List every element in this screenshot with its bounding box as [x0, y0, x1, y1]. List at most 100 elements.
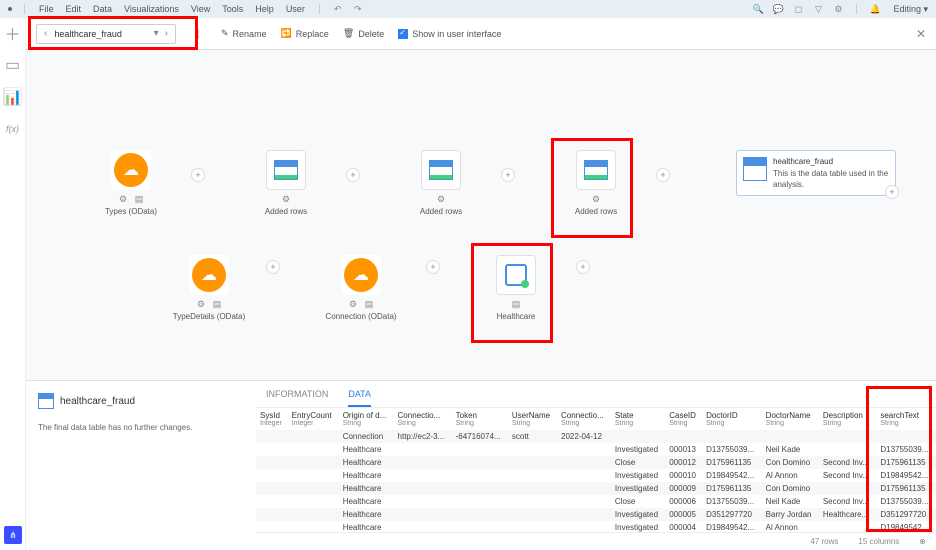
table-icon [743, 157, 767, 181]
breadcrumb-text: healthcare_fraud [50, 29, 150, 39]
table-row[interactable]: HealthcareInvestigated000010D19849542...… [256, 469, 936, 482]
add-step-icon[interactable]: + [656, 168, 670, 182]
gear-icon[interactable]: ⚙ [591, 194, 601, 204]
data-icon[interactable]: ▤ [511, 299, 521, 309]
menu-data[interactable]: Data [93, 4, 112, 14]
mode-dropdown[interactable]: Editing ▾ [893, 4, 928, 15]
filter-icon[interactable]: ▽ [812, 3, 824, 15]
column-header[interactable]: UserNameString [508, 408, 557, 430]
breadcrumb-down-icon[interactable]: ▾ [151, 28, 162, 39]
table-row[interactable]: HealthcareInvestigated000005D351297720Ba… [256, 508, 936, 521]
bookmark-icon[interactable]: ◻ [792, 3, 804, 15]
node-typedetails[interactable]: ☁ ⚙▤ TypeDetails (OData) [174, 255, 244, 321]
menu-user[interactable]: User [286, 4, 305, 14]
menu-edit[interactable]: Edit [66, 4, 82, 14]
add-step-icon[interactable]: + [501, 168, 515, 182]
status-cols: 15 columns [858, 537, 899, 546]
gear-icon[interactable]: ⚙ [832, 3, 844, 15]
column-header[interactable]: EntryCountInteger [288, 408, 339, 430]
panel-note: The final data table has no further chan… [38, 423, 244, 432]
column-header[interactable]: StateString [611, 408, 665, 430]
add-step-icon[interactable]: + [576, 260, 590, 274]
table-icon [274, 160, 298, 180]
gear-icon[interactable]: ⚙ [348, 299, 358, 309]
add-step-icon[interactable]: + [426, 260, 440, 274]
database-icon [505, 264, 527, 286]
gear-icon[interactable]: ⚙ [436, 194, 446, 204]
column-header[interactable]: Connectio...String [557, 408, 611, 430]
search-icon[interactable]: 🔍 [752, 3, 764, 15]
node-addedrows-1[interactable]: ⚙ Added rows [251, 150, 321, 216]
menu-tools[interactable]: Tools [222, 4, 243, 14]
data-canvas[interactable]: ☁ ⚙▤ Types (OData) + ⚙ Added rows + ⚙ Ad… [26, 50, 936, 380]
column-header[interactable]: CaseIDString [665, 408, 702, 430]
data-icon[interactable]: ▤ [364, 299, 374, 309]
cloud-icon: ☁ [123, 160, 139, 180]
top-menu: File Edit Data Visualizations View Tools… [0, 0, 936, 18]
add-icon[interactable]: ＋ [6, 26, 20, 40]
panel-title: healthcare_fraud [38, 393, 244, 409]
tab-data[interactable]: DATA [348, 389, 371, 407]
column-header[interactable]: Origin of d...String [339, 408, 394, 430]
pencil-icon: ✎ [221, 28, 229, 39]
column-header[interactable]: Connectio...String [394, 408, 452, 430]
breadcrumb-fwd-icon[interactable]: › [162, 28, 171, 39]
table-row[interactable]: HealthcareInvestigated000009D175961135Co… [256, 482, 936, 495]
close-button[interactable]: ✕ [916, 27, 926, 41]
node-final[interactable]: healthcare_fraudThis is the data table u… [736, 150, 896, 196]
add-step-icon[interactable]: + [191, 168, 205, 182]
menu-handle-icon[interactable] [8, 7, 12, 11]
data-icon[interactable]: ▤ [134, 194, 144, 204]
node-connection[interactable]: ☁ ⚙▤ Connection (OData) [326, 255, 396, 321]
fx-icon[interactable]: f(x) [6, 122, 20, 136]
node-addedrows-2[interactable]: ⚙ Added rows [406, 150, 476, 216]
page-icon[interactable]: ▭ [6, 58, 20, 72]
menu-file[interactable]: File [39, 4, 54, 14]
tab-information[interactable]: INFORMATION [266, 389, 328, 407]
redo-icon[interactable]: ↷ [352, 3, 364, 15]
replace-button[interactable]: 🔁Replace [281, 28, 329, 39]
data-grid[interactable]: SysIdIntegerEntryCountIntegerOrigin of d… [256, 408, 936, 532]
table-icon [38, 393, 54, 409]
node-addedrows-3[interactable]: ⚙ Added rows [561, 150, 631, 216]
cloud-icon: ☁ [201, 265, 217, 285]
delete-button[interactable]: 🗑Delete [343, 28, 384, 39]
table-row[interactable]: HealthcareInvestigated000013D13755039...… [256, 443, 936, 456]
rename-button[interactable]: ✎Rename [221, 28, 267, 39]
column-header[interactable]: SysIdInteger [256, 408, 288, 430]
brand-icon[interactable]: ⋔ [4, 526, 22, 544]
breadcrumb-back-icon[interactable]: ‹ [41, 28, 50, 39]
table-row[interactable]: HealthcareClose000006D13755039...Neil Ka… [256, 495, 936, 508]
gear-icon[interactable]: ⚙ [118, 194, 128, 204]
table-icon [584, 160, 608, 180]
expand-icon[interactable]: ⊕ [919, 537, 926, 546]
data-icon[interactable]: ▤ [212, 299, 222, 309]
bell-icon[interactable]: 🔔 [869, 3, 881, 15]
add-step-icon[interactable]: + [885, 185, 899, 199]
table-row[interactable]: HealthcareInvestigated000004D19849542...… [256, 521, 936, 532]
add-step-icon[interactable]: + [266, 260, 280, 274]
column-header[interactable]: TokenString [452, 408, 508, 430]
status-bar: 47 rows 15 columns ⊕ [256, 532, 936, 550]
gear-icon[interactable]: ⚙ [281, 194, 291, 204]
menu-help[interactable]: Help [255, 4, 274, 14]
undo-icon[interactable]: ↶ [332, 3, 344, 15]
add-step-icon[interactable]: + [346, 168, 360, 182]
gear-icon[interactable]: ⚙ [196, 299, 206, 309]
checkbox-icon [398, 29, 408, 39]
column-header[interactable]: searchTextString [876, 408, 936, 430]
node-types[interactable]: ☁ ⚙▤ Types (OData) [96, 150, 166, 216]
comment-icon[interactable]: 💬 [772, 3, 784, 15]
final-title: healthcare_fraud [773, 157, 889, 167]
node-healthcare[interactable]: ▤ Healthcare [481, 255, 551, 321]
column-header[interactable]: DescriptionString [819, 408, 877, 430]
chart-icon[interactable]: 📊 [6, 90, 20, 104]
breadcrumb[interactable]: ‹ healthcare_fraud ▾ › [36, 24, 176, 44]
show-ui-toggle[interactable]: Show in user interface [398, 29, 501, 39]
menu-visualizations[interactable]: Visualizations [124, 4, 179, 14]
column-header[interactable]: DoctorIDString [702, 408, 762, 430]
menu-view[interactable]: View [191, 4, 210, 14]
column-header[interactable]: DoctorNameString [762, 408, 819, 430]
table-row[interactable]: Connectionhttp://ec2-3...-64716074...sco… [256, 430, 936, 443]
table-row[interactable]: HealthcareClose000012D175961135Con Domin… [256, 456, 936, 469]
